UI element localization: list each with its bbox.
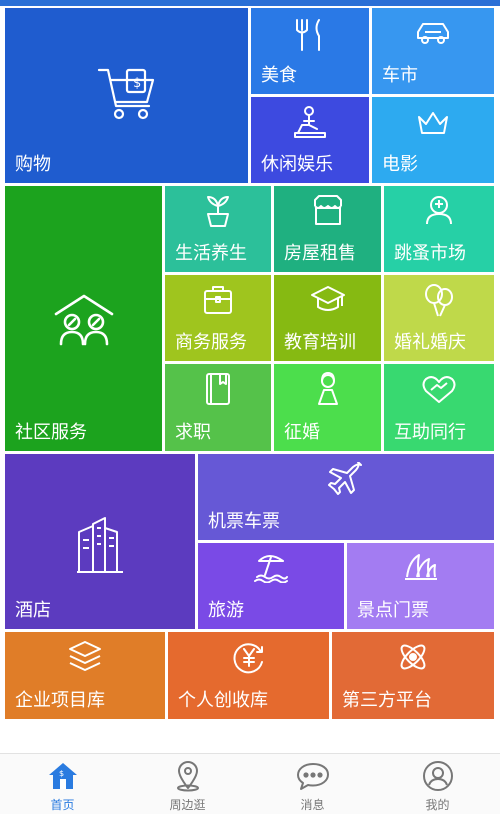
tab-home[interactable]: $ 首页 bbox=[0, 754, 125, 814]
tile-flea-market-label: 跳蚤市场 bbox=[394, 243, 466, 264]
shopping-cart-icon: $ bbox=[97, 66, 157, 122]
tile-marriage[interactable]: 征婚 bbox=[274, 364, 381, 451]
tile-wedding-label: 婚礼婚庆 bbox=[394, 332, 466, 353]
handshake-icon bbox=[421, 374, 457, 404]
tile-health[interactable]: 生活养生 bbox=[165, 186, 271, 272]
tile-jobs[interactable]: 求职 bbox=[165, 364, 271, 451]
massage-icon bbox=[292, 105, 328, 139]
book-icon bbox=[203, 372, 233, 406]
shop-awning-icon bbox=[311, 194, 345, 226]
tab-nearby-label: 周边逛 bbox=[169, 798, 206, 812]
tile-business[interactable]: 商务服务 bbox=[165, 275, 271, 361]
tile-tickets-label: 机票车票 bbox=[208, 511, 280, 532]
crown-icon bbox=[416, 109, 450, 137]
tab-mine[interactable]: 我的 bbox=[375, 754, 500, 814]
beach-umbrella-icon bbox=[253, 551, 289, 583]
layers-icon bbox=[67, 640, 103, 672]
home-icon: $ bbox=[47, 760, 79, 796]
tile-housing-label: 房屋租售 bbox=[284, 243, 356, 264]
yen-cycle-icon bbox=[231, 640, 267, 674]
plant-icon bbox=[202, 194, 234, 228]
car-icon bbox=[415, 20, 451, 48]
bottom-tab-bar: $ 首页 周边逛 消息 我的 bbox=[0, 753, 500, 814]
location-pin-icon bbox=[172, 760, 204, 796]
tile-food-label: 美食 bbox=[261, 65, 297, 86]
tile-third-party[interactable]: 第三方平台 bbox=[332, 632, 494, 719]
tile-business-label: 商务服务 bbox=[175, 332, 247, 353]
briefcase-icon bbox=[202, 285, 234, 315]
top-status-strip bbox=[0, 0, 500, 6]
tab-messages-label: 消息 bbox=[300, 798, 325, 812]
tile-enterprise-projects[interactable]: 企业项目库 bbox=[5, 632, 165, 719]
tile-car-market-label: 车市 bbox=[382, 65, 418, 86]
tile-mutual-help-label: 互助同行 bbox=[394, 422, 466, 443]
tile-leisure-label: 休闲娱乐 bbox=[261, 154, 333, 175]
tile-flea-market[interactable]: 跳蚤市场 bbox=[384, 186, 494, 272]
opera-house-icon bbox=[403, 553, 439, 583]
tile-mutual-help[interactable]: 互助同行 bbox=[384, 364, 494, 451]
tile-hotel[interactable]: 酒店 bbox=[5, 454, 195, 629]
tile-travel[interactable]: 旅游 bbox=[198, 543, 344, 629]
tile-movie[interactable]: 电影 bbox=[372, 97, 494, 183]
tile-enterprise-projects-label: 企业项目库 bbox=[15, 690, 105, 711]
hotel-building-icon bbox=[75, 514, 125, 574]
tile-third-party-label: 第三方平台 bbox=[342, 690, 432, 711]
tile-education[interactable]: 教育培训 bbox=[274, 275, 381, 361]
tile-scenic-tickets-label: 景点门票 bbox=[357, 600, 429, 621]
tile-education-label: 教育培训 bbox=[284, 332, 356, 353]
airplane-icon bbox=[328, 462, 364, 496]
tile-tickets[interactable]: 机票车票 bbox=[198, 454, 494, 540]
avatar-icon bbox=[422, 760, 454, 796]
community-house-icon bbox=[52, 292, 116, 348]
tile-marriage-label: 征婚 bbox=[284, 422, 320, 443]
svg-text:$: $ bbox=[133, 76, 141, 91]
person-badge-icon bbox=[423, 194, 455, 226]
atom-icon bbox=[396, 640, 430, 674]
tile-hotel-label: 酒店 bbox=[15, 600, 51, 621]
tab-mine-label: 我的 bbox=[425, 798, 450, 812]
chat-bubble-icon bbox=[295, 760, 331, 796]
tile-movie-label: 电影 bbox=[382, 154, 418, 175]
tile-jobs-label: 求职 bbox=[175, 422, 211, 443]
svg-text:$: $ bbox=[59, 769, 64, 778]
tile-scenic-tickets[interactable]: 景点门票 bbox=[347, 543, 494, 629]
tile-community[interactable]: 社区服务 bbox=[5, 186, 162, 451]
tab-messages[interactable]: 消息 bbox=[250, 754, 375, 814]
tab-home-label: 首页 bbox=[50, 798, 75, 812]
tile-housing[interactable]: 房屋租售 bbox=[274, 186, 381, 272]
tile-leisure[interactable]: 休闲娱乐 bbox=[251, 97, 369, 183]
tile-shopping-label: 购物 bbox=[15, 154, 51, 175]
tile-food[interactable]: 美食 bbox=[251, 8, 369, 94]
tile-car-market[interactable]: 车市 bbox=[372, 8, 494, 94]
graduation-cap-icon bbox=[310, 285, 346, 315]
tile-shopping[interactable]: $ 购物 bbox=[5, 8, 248, 183]
fork-knife-icon bbox=[292, 18, 328, 52]
bride-icon bbox=[313, 372, 343, 406]
tile-health-label: 生活养生 bbox=[175, 243, 247, 264]
tab-nearby[interactable]: 周边逛 bbox=[125, 754, 250, 814]
balloons-icon bbox=[422, 283, 456, 317]
tile-personal-income[interactable]: 个人创收库 bbox=[168, 632, 329, 719]
tile-travel-label: 旅游 bbox=[208, 600, 244, 621]
tile-community-label: 社区服务 bbox=[15, 422, 87, 443]
tile-wedding[interactable]: 婚礼婚庆 bbox=[384, 275, 494, 361]
tile-personal-income-label: 个人创收库 bbox=[178, 690, 268, 711]
